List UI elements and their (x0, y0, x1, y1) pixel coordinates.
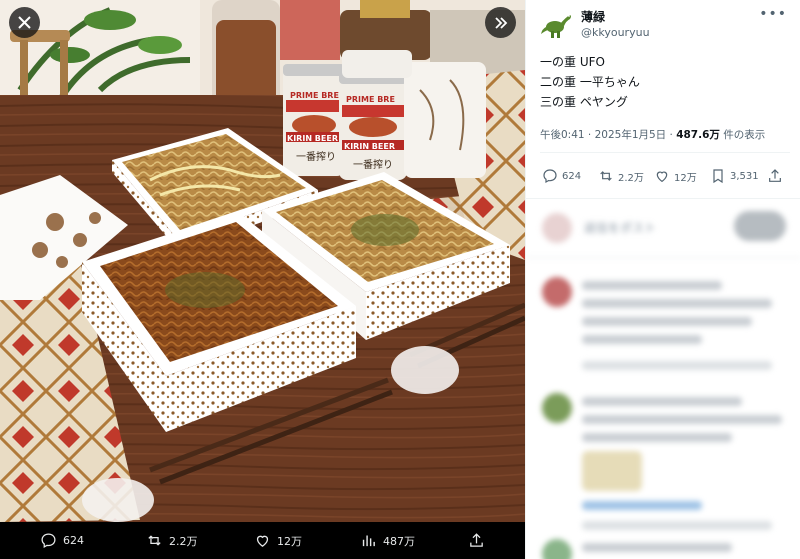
more-options-button[interactable]: ••• (759, 6, 787, 22)
media-like-count: 12万 (277, 534, 302, 548)
reply-text (582, 433, 732, 442)
can-1-brand: KIRIN BEER (287, 134, 338, 143)
media-like-button[interactable]: 12万 (254, 522, 302, 559)
reply-text (582, 317, 752, 326)
repost-icon (148, 535, 161, 546)
heart-icon (256, 535, 269, 547)
reply-text (582, 415, 782, 424)
view-count-label: 件の表示 (719, 129, 766, 141)
double-chevron-right-icon (494, 16, 507, 29)
reply-count: 624 (562, 170, 582, 182)
tweet-line: 一の重 UFO (540, 55, 605, 69)
share-button[interactable] (767, 168, 783, 184)
reply-icon (543, 169, 557, 184)
tweet-line: 二の重 一平ちゃん (540, 75, 640, 89)
media-repost-count: 2.2万 (169, 534, 198, 548)
media-viewer: PRIME BRE PRIME BRE KIRIN BEER KIRIN BEE… (0, 0, 525, 559)
media-action-bar: 624 2.2万 12万 487万 (0, 522, 525, 559)
can-1-name: 一番搾り (296, 150, 336, 163)
media-share-button[interactable] (468, 522, 485, 559)
can-1-label: PRIME BRE (290, 91, 339, 100)
media-reply-button[interactable]: 624 (40, 522, 84, 559)
dinosaur-avatar-icon (541, 15, 571, 38)
like-count: 12万 (674, 172, 697, 184)
tweet-timestamp[interactable]: 午後0:41 · 2025年1月5日 · (540, 129, 676, 141)
reply-icon (41, 533, 56, 548)
reply-author (582, 397, 742, 406)
can-2-label: PRIME BRE (346, 95, 395, 104)
blurred-replies: 返信をポスト (526, 199, 800, 559)
heart-icon (656, 171, 668, 183)
view-count: 487.6万 (676, 129, 720, 141)
repost-count: 2.2万 (618, 172, 644, 184)
views-chart-icon (362, 535, 375, 547)
reply-text (582, 299, 772, 308)
media-reply-count: 624 (63, 534, 84, 547)
photo-illustration: PRIME BRE PRIME BRE KIRIN BEER KIRIN BEE… (0, 0, 525, 522)
media-views-button[interactable]: 487万 (360, 522, 415, 559)
more-icon: ••• (759, 6, 787, 22)
reply-image (582, 451, 642, 491)
like-button[interactable]: 12万 (654, 168, 697, 184)
share-icon (769, 169, 781, 182)
reply-author (582, 543, 732, 552)
media-views-count: 487万 (383, 534, 415, 548)
reply-box-placeholder[interactable]: 返信をポスト (584, 219, 656, 236)
reply-author (582, 281, 722, 290)
tweet-panel: 薄緑 @kkyouryuu ••• 一の重 UFO 二の重 一平ちゃん 三の重 … (525, 0, 800, 559)
divider (540, 152, 790, 153)
repost-icon (600, 171, 612, 181)
tweet-line: 三の重 ペヤング (540, 95, 628, 109)
avatar[interactable] (540, 7, 574, 41)
reply-avatar (542, 277, 572, 307)
bookmark-button[interactable]: 3,531 (710, 168, 759, 184)
reply-actions (582, 521, 772, 530)
can-2-brand: KIRIN BEER (344, 142, 395, 151)
reply-box-avatar (542, 213, 572, 243)
tweet-photo[interactable]: PRIME BRE PRIME BRE KIRIN BEER KIRIN BEE… (0, 0, 525, 522)
reply-submit-button[interactable] (734, 211, 786, 241)
bookmark-count: 3,531 (730, 170, 759, 182)
reply-avatar (542, 539, 572, 559)
reply-avatar (542, 393, 572, 423)
media-repost-button[interactable]: 2.2万 (146, 522, 198, 559)
display-name[interactable]: 薄緑 (581, 8, 605, 25)
close-button[interactable] (9, 7, 40, 38)
bookmark-icon (713, 169, 723, 184)
repost-button[interactable]: 2.2万 (598, 168, 644, 184)
user-handle[interactable]: @kkyouryuu (581, 26, 650, 39)
share-icon (470, 533, 483, 547)
tweet-text: 一の重 UFO 二の重 一平ちゃん 三の重 ペヤング (540, 52, 790, 112)
tweet-actions: 624 2.2万 12万 3,531 (526, 163, 800, 193)
tweet-meta: 午後0:41 · 2025年1月5日 · 487.6万 件の表示 (540, 127, 765, 142)
reply-button[interactable]: 624 (542, 168, 581, 184)
reply-actions (582, 361, 772, 370)
close-icon (18, 16, 31, 29)
can-2-name: 一番搾り (353, 158, 393, 171)
divider (526, 257, 800, 258)
reply-link (582, 501, 702, 510)
author-row: 薄緑 @kkyouryuu ••• (526, 0, 800, 48)
expand-panel-button[interactable] (485, 7, 516, 38)
reply-text (582, 335, 702, 344)
